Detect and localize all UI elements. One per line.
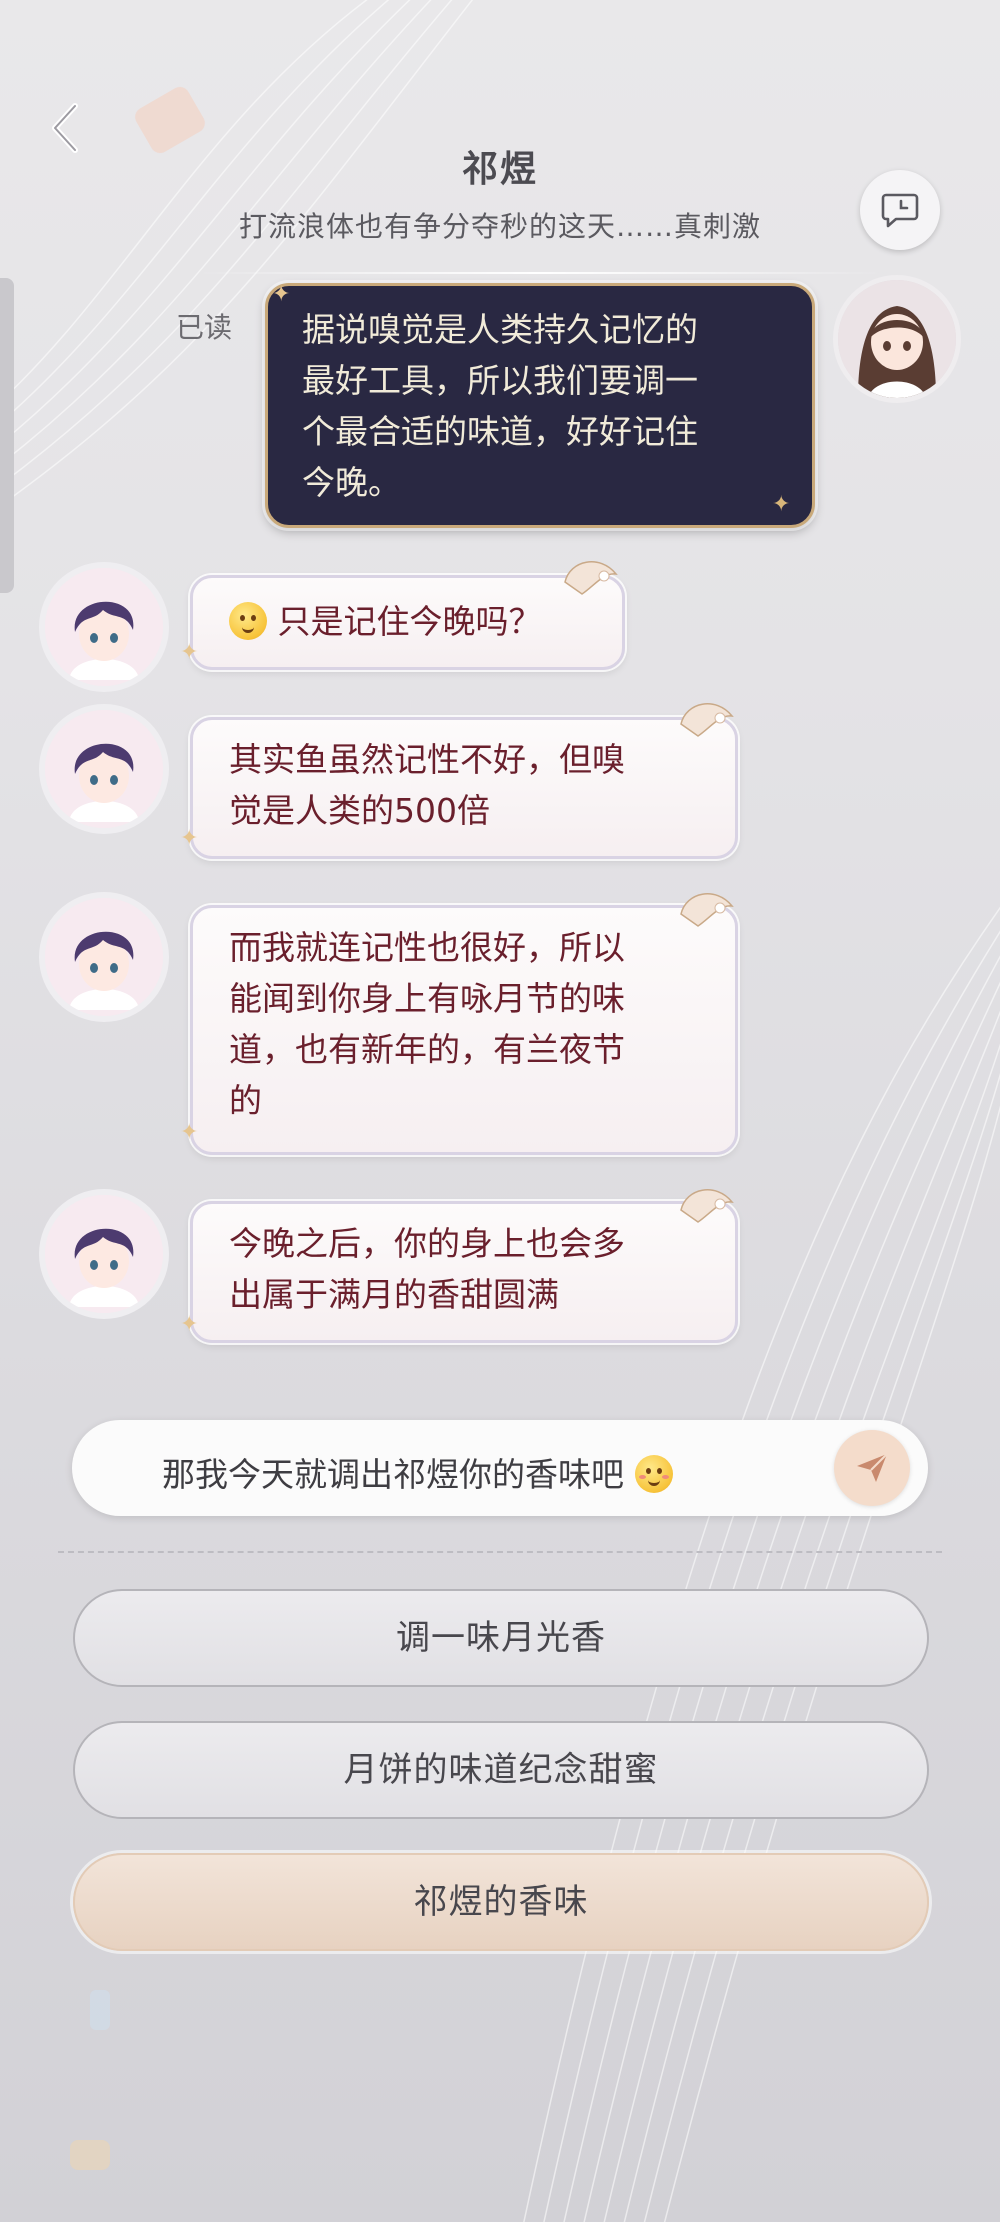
blush-emoji-icon (634, 1455, 673, 1493)
read-status: 已读 (176, 311, 233, 344)
message-line: 今晚之后，你的身上也会多 (229, 1224, 625, 1263)
sparkle-icon: ✦ (180, 640, 199, 665)
send-icon (857, 1453, 888, 1482)
message-line: 觉是人类的500倍 (229, 791, 490, 830)
side-drawer-handle[interactable] (0, 278, 14, 593)
sparkle-icon: ✦ (272, 282, 291, 307)
character-message-bubble[interactable]: 其实鱼虽然记性不好，但嗅 觉是人类的500倍 (190, 717, 738, 859)
shell-decoration-icon (564, 561, 618, 595)
message-text: 只是记住今晚吗？ (277, 602, 542, 641)
shell-decoration-icon (680, 1189, 734, 1223)
character-avatar[interactable] (45, 898, 163, 1016)
character-message-bubble[interactable]: 今晚之后，你的身上也会多 出属于满月的香甜圆满 (190, 1201, 738, 1343)
character-avatar[interactable] (45, 1195, 163, 1313)
character-avatar-image (45, 568, 163, 686)
character-avatar-image (45, 898, 163, 1016)
shell-decoration-icon (680, 893, 734, 927)
message-line: 最好工具，所以我们要调一 (302, 361, 698, 400)
reply-option-3[interactable]: 祁煜的香味 (73, 1853, 929, 1951)
sparkle-icon: ✦ (772, 492, 791, 517)
message-line: 据说嗅觉是人类持久记忆的 (302, 310, 698, 349)
character-avatar[interactable] (45, 710, 163, 828)
page-subtitle: 打流浪体也有争分夺秒的这天……真刺激 (238, 210, 761, 243)
message-line: 其实鱼虽然记性不好，但嗅 (229, 740, 625, 779)
character-avatar[interactable] (45, 568, 163, 686)
send-button[interactable] (834, 1430, 910, 1506)
sparkle-icon: ✦ (180, 1120, 199, 1145)
user-avatar[interactable] (838, 280, 956, 398)
user-avatar-image (838, 280, 956, 398)
character-message-bubble[interactable]: 而我就连记性也很好，所以 能闻到你身上有咏月节的味 道，也有新年的，有兰夜节 的 (190, 905, 738, 1155)
message-line: 道，也有新年的，有兰夜节 (229, 1030, 625, 1069)
message-line: 而我就连记性也很好，所以 (229, 928, 625, 967)
options-divider (58, 1551, 942, 1553)
user-message-bubble[interactable]: 据说嗅觉是人类持久记忆的 最好工具，所以我们要调一 个最合适的味道，好好记住 今… (265, 283, 815, 528)
sparkle-icon: ✦ (180, 1312, 199, 1337)
character-avatar-image (45, 1195, 163, 1313)
chat-bubble-icon (881, 193, 919, 228)
message-input-bar[interactable]: 那我今天就调出祁煜你的香味吧 (72, 1420, 928, 1516)
message-line: 的 (229, 1081, 262, 1120)
sparkle-icon: ✦ (180, 826, 199, 851)
shell-decoration-icon (680, 703, 734, 737)
message-line: 出属于满月的香甜圆满 (229, 1275, 559, 1314)
message-line: 能闻到你身上有咏月节的味 (229, 979, 625, 1018)
reply-option-1[interactable]: 调一味月光香 (73, 1589, 929, 1687)
message-input: 那我今天就调出祁煜你的香味吧 (162, 1448, 673, 1496)
chat-action-button[interactable] (860, 170, 940, 250)
character-avatar-image (45, 710, 163, 828)
message-line: 今晚。 (302, 463, 401, 502)
message-line: 个最合适的味道，好好记住 (302, 412, 698, 451)
reply-option-2[interactable]: 月饼的味道纪念甜蜜 (73, 1721, 929, 1819)
page-title: 祁煜 (461, 149, 538, 190)
message-input-text[interactable]: 那我今天就调出祁煜你的香味吧 (162, 1455, 624, 1494)
header-divider (190, 272, 890, 274)
smile-emoji-icon (229, 602, 267, 640)
